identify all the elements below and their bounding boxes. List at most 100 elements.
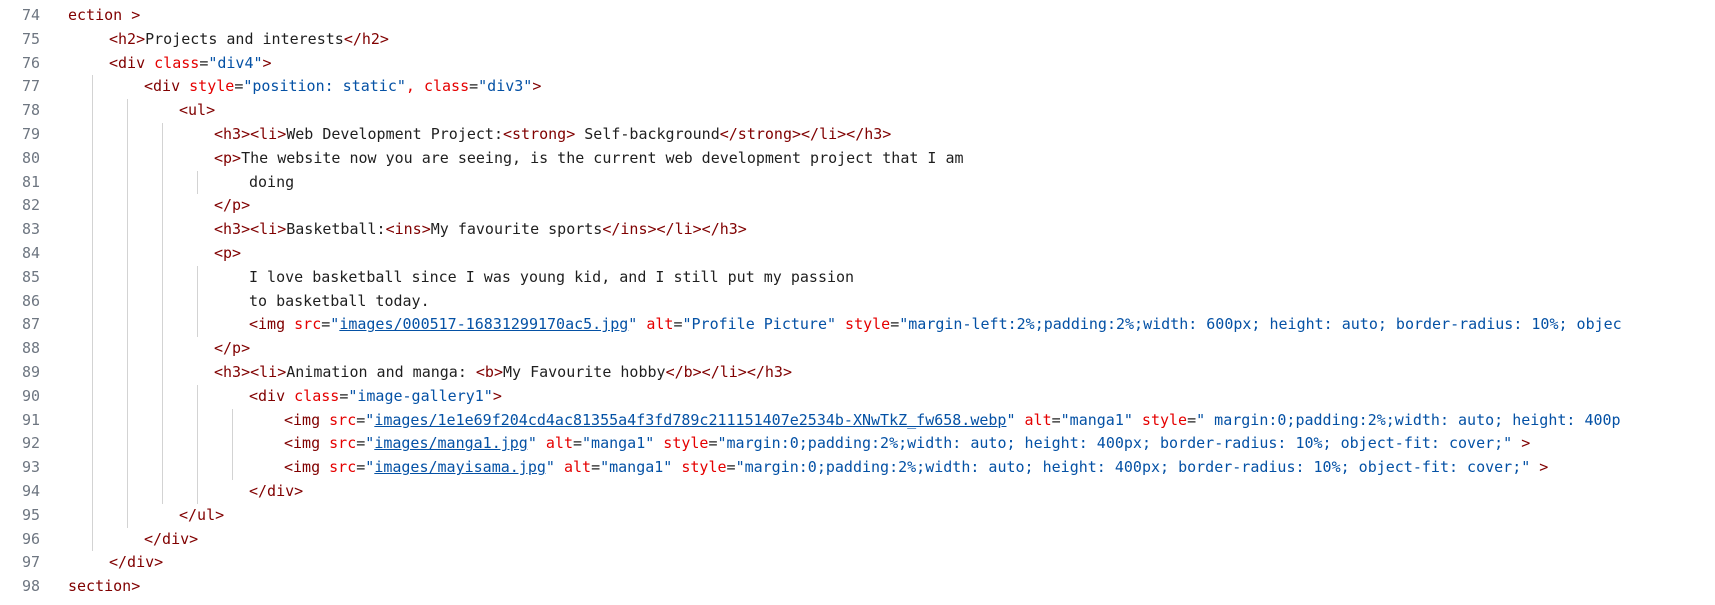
code-line[interactable]: 80 <p>The website now you are seeing, is … — [0, 147, 1715, 171]
code-token: = — [356, 458, 366, 477]
line-code: <div class="div4"> — [109, 52, 272, 76]
code-line[interactable]: 84 <p> — [0, 242, 1715, 266]
line-number: 86 — [21, 291, 40, 310]
code-token: </h2> — [343, 29, 389, 48]
code-line[interactable]: 95 </ul> — [0, 504, 1715, 528]
code-line[interactable]: 86 to basketball today. — [0, 290, 1715, 314]
code-line[interactable]: 77 <div style="position: static", class="… — [0, 75, 1715, 99]
code-line[interactable]: 89 <h3><li>Animation and manga: <b>My Fav… — [0, 361, 1715, 385]
code-token: "image-gallery1" — [348, 386, 493, 405]
line-code: </ul> — [179, 504, 224, 528]
code-token: src — [329, 410, 357, 429]
code-token: " — [628, 315, 638, 334]
line-code: <h3><li>Animation and manga: <b>My Favou… — [214, 361, 792, 385]
code-token: > — [262, 53, 272, 72]
code-token: "manga1" — [582, 434, 655, 453]
code-token: </p> — [214, 196, 251, 215]
code-token: = — [356, 434, 366, 453]
code-token: = — [591, 458, 601, 477]
code-line[interactable]: 90 <div class="image-gallery1"> — [0, 385, 1715, 409]
line-code: <img src="images/manga1.jpg" alt="manga1… — [284, 432, 1530, 456]
line-number: 84 — [21, 244, 40, 262]
code-token: <img — [284, 410, 330, 429]
line-number: 77 — [21, 77, 40, 96]
code-token: "div4" — [208, 53, 263, 72]
line-number: 98 — [21, 577, 40, 596]
code-token: " — [1006, 410, 1016, 429]
code-token: = — [339, 386, 349, 405]
code-line[interactable]: 76 <div class="div4"> — [0, 52, 1715, 76]
code-line[interactable]: 98 section> — [0, 575, 1715, 599]
code-token: style — [672, 458, 727, 477]
code-line[interactable]: 85 I love basketball since I was young ki… — [0, 266, 1715, 290]
code-token: I love basketball since I was young kid,… — [249, 267, 855, 286]
code-line[interactable]: 91 <img src="images/1e1e69f204cd4ac81355a… — [0, 409, 1715, 433]
code-line[interactable]: 75 <h2>Projects and interests</h2> — [0, 28, 1715, 52]
code-token: " — [365, 458, 375, 477]
line-code: </div> — [109, 551, 163, 575]
code-token[interactable]: images/manga1.jpg — [374, 434, 528, 452]
line-number: 88 — [21, 339, 40, 358]
line-code: <div style="position: static", class="di… — [144, 75, 541, 99]
code-line[interactable]: 96 </div> — [0, 528, 1715, 552]
line-code: <h2>Projects and interests</h2> — [109, 28, 389, 52]
line-code: ection > — [68, 4, 140, 28]
code-token: " — [527, 434, 537, 453]
code-token: = — [1051, 410, 1061, 429]
line-code: <h3><li>Web Development Project:<strong>… — [214, 123, 891, 147]
code-token: src — [329, 434, 357, 453]
code-line[interactable]: 97 </div> — [0, 551, 1715, 575]
line-code: <div class="image-gallery1"> — [249, 385, 502, 409]
code-line[interactable]: 82 </p> — [0, 194, 1715, 218]
code-line[interactable]: 92 <img src="images/manga1.jpg" alt="mang… — [0, 432, 1715, 456]
code-token: style — [836, 315, 891, 334]
code-line[interactable]: 74 ection > — [0, 4, 1715, 28]
code-token: Animation and manga: — [286, 363, 476, 381]
code-token: style — [654, 434, 709, 453]
code-token: = — [199, 53, 209, 72]
code-token: <ins> — [385, 220, 431, 239]
line-code: doing — [249, 171, 294, 195]
code-token[interactable]: images/mayisama.jpg — [374, 458, 546, 476]
code-token: My Favourite hobby — [503, 363, 666, 381]
code-token: My favourite sports — [430, 220, 603, 239]
code-token: style — [1132, 410, 1188, 429]
code-token[interactable]: images/000517-16831299170ac5.jpg — [339, 315, 628, 333]
code-token[interactable]: images/1e1e69f204cd4ac81355a4f3fd789c211… — [374, 411, 1006, 429]
code-token: "margin-left:2%;padding:2%;width: 600px;… — [899, 315, 1622, 334]
code-token: <p> — [214, 244, 242, 262]
code-token: alt — [536, 434, 573, 453]
code-token: src — [294, 315, 322, 334]
code-line[interactable]: 87 <img src="images/000517-16831299170ac5… — [0, 313, 1715, 337]
code-token: <img — [284, 434, 330, 453]
line-number: 89 — [21, 363, 40, 381]
line-number: 81 — [21, 172, 40, 191]
code-line[interactable]: 94 </div> — [0, 480, 1715, 504]
code-line[interactable]: 79 <h3><li>Web Development Project:<stron… — [0, 123, 1715, 147]
code-token: "manga1" — [600, 458, 673, 477]
code-token: </div> — [109, 553, 164, 572]
line-number: 92 — [21, 434, 40, 453]
code-line[interactable]: 81 doing — [0, 171, 1715, 195]
code-line[interactable]: 88 </p> — [0, 337, 1715, 361]
code-line[interactable]: 83 <h3><li>Basketball:<ins>My favourite s… — [0, 218, 1715, 242]
code-token: "margin:0;padding:2%;width: auto; height… — [735, 458, 1531, 477]
code-token: </div> — [249, 482, 304, 500]
code-token: Projects and interests — [145, 29, 344, 48]
line-number: 96 — [21, 529, 40, 548]
code-token: "position: static" — [243, 77, 406, 96]
code-token: " margin:0;padding:2%;width: auto; heigh… — [1196, 410, 1621, 429]
code-token: alt — [1015, 410, 1052, 429]
code-token: "div3" — [478, 77, 533, 96]
line-code: <h3><li>Basketball:<ins>My favourite spo… — [214, 218, 747, 242]
code-token: <h3><li> — [214, 125, 287, 143]
line-number: 78 — [21, 101, 40, 120]
line-number: 76 — [21, 53, 40, 72]
code-line[interactable]: 78 <ul> — [0, 99, 1715, 123]
line-code: <p>The website now you are seeing, is th… — [214, 147, 964, 171]
code-editor[interactable]: 74 ection >75 <h2>Projects and interests</… — [0, 0, 1715, 605]
code-token: = — [356, 410, 366, 429]
code-token: = — [234, 77, 244, 96]
line-number: 90 — [21, 386, 40, 405]
code-line[interactable]: 93 <img src="images/mayisama.jpg" alt="ma… — [0, 456, 1715, 480]
